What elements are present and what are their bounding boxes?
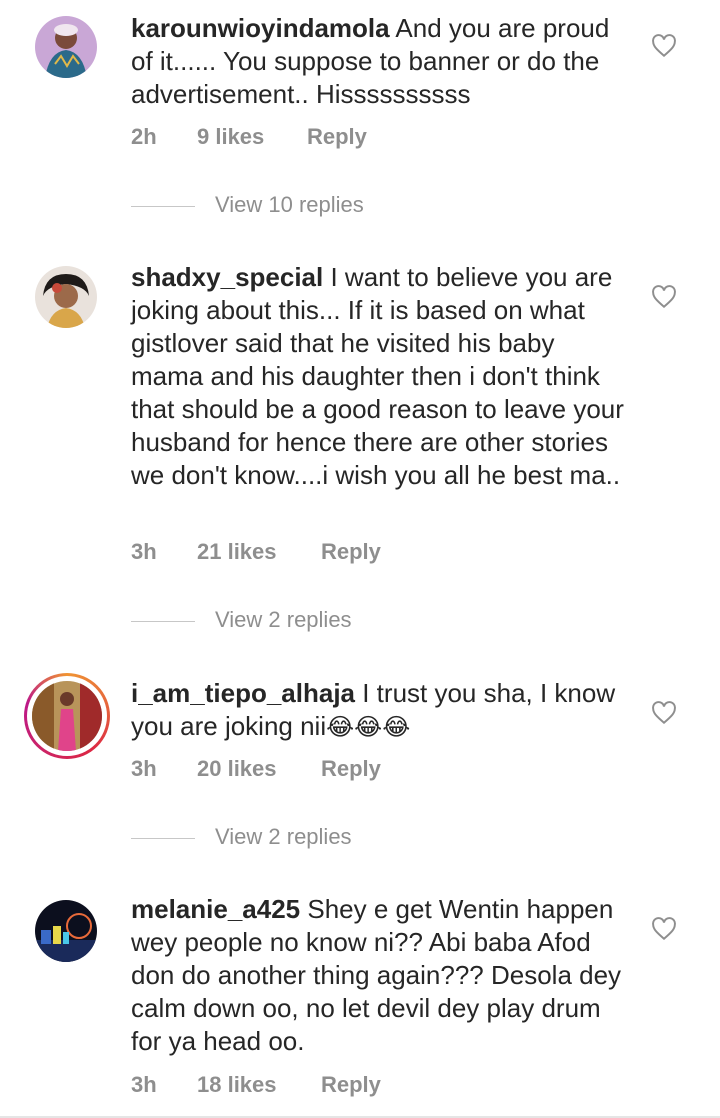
username[interactable]: karounwioyindamola	[131, 13, 390, 43]
reply-button[interactable]: Reply	[307, 124, 367, 150]
comment-text: karounwioyindamola And you are proud of …	[131, 12, 631, 111]
divider	[131, 206, 195, 207]
avatar[interactable]	[35, 266, 97, 328]
username[interactable]: i_am_tiepo_alhaja	[131, 678, 355, 708]
avatar[interactable]	[35, 16, 97, 78]
heart-icon[interactable]	[651, 285, 677, 309]
divider	[131, 621, 195, 622]
reply-button[interactable]: Reply	[321, 1072, 381, 1098]
avatar-story-ring[interactable]	[24, 673, 110, 759]
view-replies-label: View 2 replies	[215, 607, 352, 632]
divider	[131, 838, 195, 839]
heart-icon[interactable]	[651, 701, 677, 725]
likes-count[interactable]: 21 likes	[197, 539, 277, 565]
timestamp: 3h	[131, 756, 157, 781]
reply-button[interactable]: Reply	[321, 539, 381, 565]
username[interactable]: melanie_a425	[131, 894, 300, 924]
likes-count[interactable]: 18 likes	[197, 1072, 277, 1098]
username[interactable]: shadxy_special	[131, 262, 323, 292]
reply-button[interactable]: Reply	[321, 756, 381, 782]
timestamp: 3h	[131, 539, 157, 564]
comment-body: I want to believe you are joking about t…	[131, 262, 624, 490]
comment-text: melanie_a425 Shey e get Wentin happen we…	[131, 893, 631, 1058]
likes-count[interactable]: 20 likes	[197, 756, 277, 782]
likes-count[interactable]: 9 likes	[197, 124, 264, 150]
avatar[interactable]	[35, 900, 97, 962]
timestamp: 3h	[131, 1072, 157, 1097]
heart-icon[interactable]	[651, 917, 677, 941]
comment-text: i_am_tiepo_alhaja I trust you sha, I kno…	[131, 677, 631, 744]
laughing-emoji: 😂😂😂	[326, 713, 411, 741]
heart-icon[interactable]	[651, 34, 677, 58]
comment-text: shadxy_special I want to believe you are…	[131, 261, 631, 492]
view-replies-label: View 2 replies	[215, 824, 352, 849]
view-replies-label: View 10 replies	[215, 192, 364, 217]
timestamp: 2h	[131, 124, 157, 149]
